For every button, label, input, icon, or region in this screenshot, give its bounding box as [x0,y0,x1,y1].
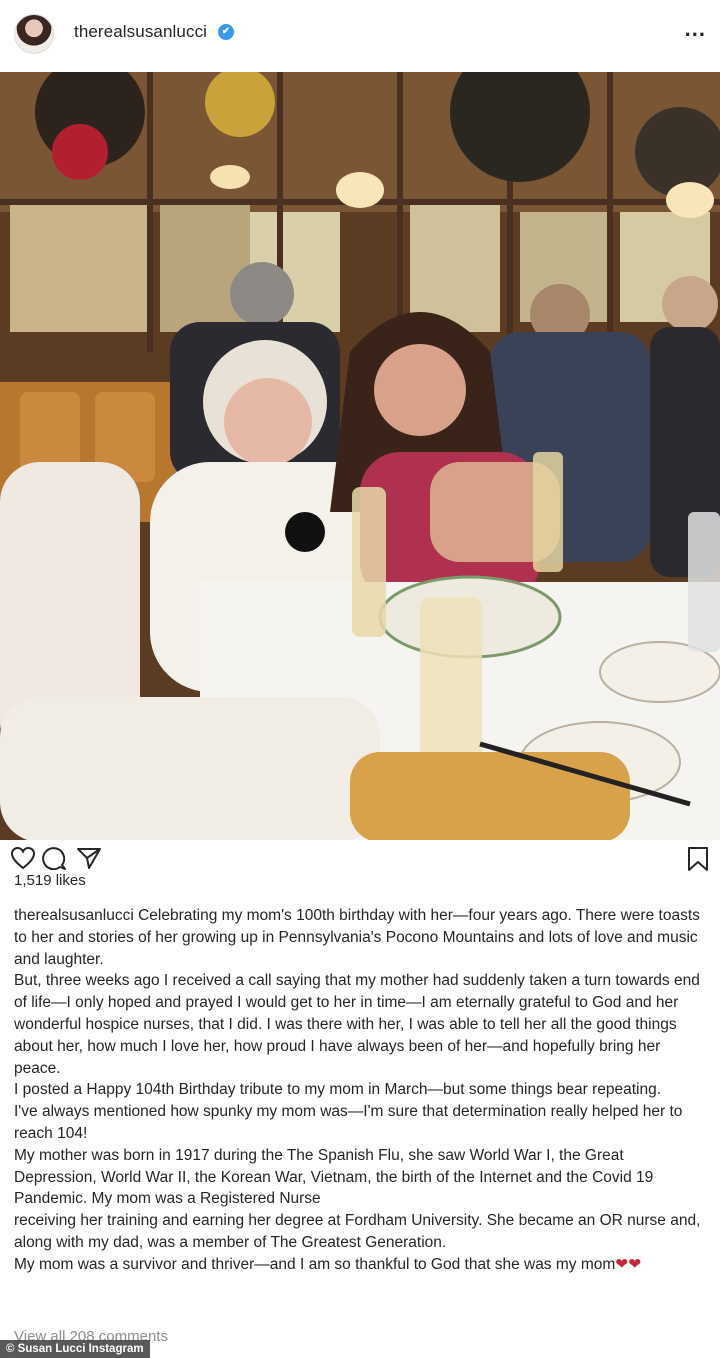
caption-text: My mom was a survivor and thriver—and I … [14,1255,616,1273]
paper-plane-icon[interactable] [76,846,102,875]
caption-paragraph: receiving her training and earning her d… [14,1212,701,1251]
caption-paragraph: But, three weeks ago I received a call s… [14,972,700,1077]
caption-paragraph: I've always mentioned how spunky my mom … [14,1103,683,1142]
caption-paragraph: I posted a Happy 104th Birthday tribute … [14,1081,662,1099]
more-options-button[interactable]: ... [685,16,706,42]
username-link[interactable]: therealsusanlucci [74,22,207,42]
bookmark-icon[interactable] [686,846,710,877]
verified-badge-icon: ✔ [218,24,234,40]
caption-username[interactable]: therealsusanlucci [14,907,134,924]
caption-paragraph: therealsusanlucci Celebrating my mom's 1… [14,905,704,970]
restaurant-photo-illustration [0,72,720,840]
red-hearts-emoji: ❤❤ [615,1255,642,1273]
post-header: therealsusanlucci ✔ ... [0,0,720,72]
post-actions-bar [0,840,720,876]
caption-paragraph: My mom was a survivor and thriver—and I … [14,1254,704,1276]
post-caption: therealsusanlucci Celebrating my mom's 1… [14,905,704,1276]
photo-credit: © Susan Lucci Instagram [0,1340,150,1358]
comment-bubble-icon[interactable] [42,846,68,875]
likes-count[interactable]: 1,519 likes [14,872,86,889]
profile-avatar[interactable] [14,14,54,54]
post-photo[interactable] [0,72,720,840]
heart-outline-icon[interactable] [10,846,36,875]
caption-paragraph: My mother was born in 1917 during the Th… [14,1146,654,1208]
